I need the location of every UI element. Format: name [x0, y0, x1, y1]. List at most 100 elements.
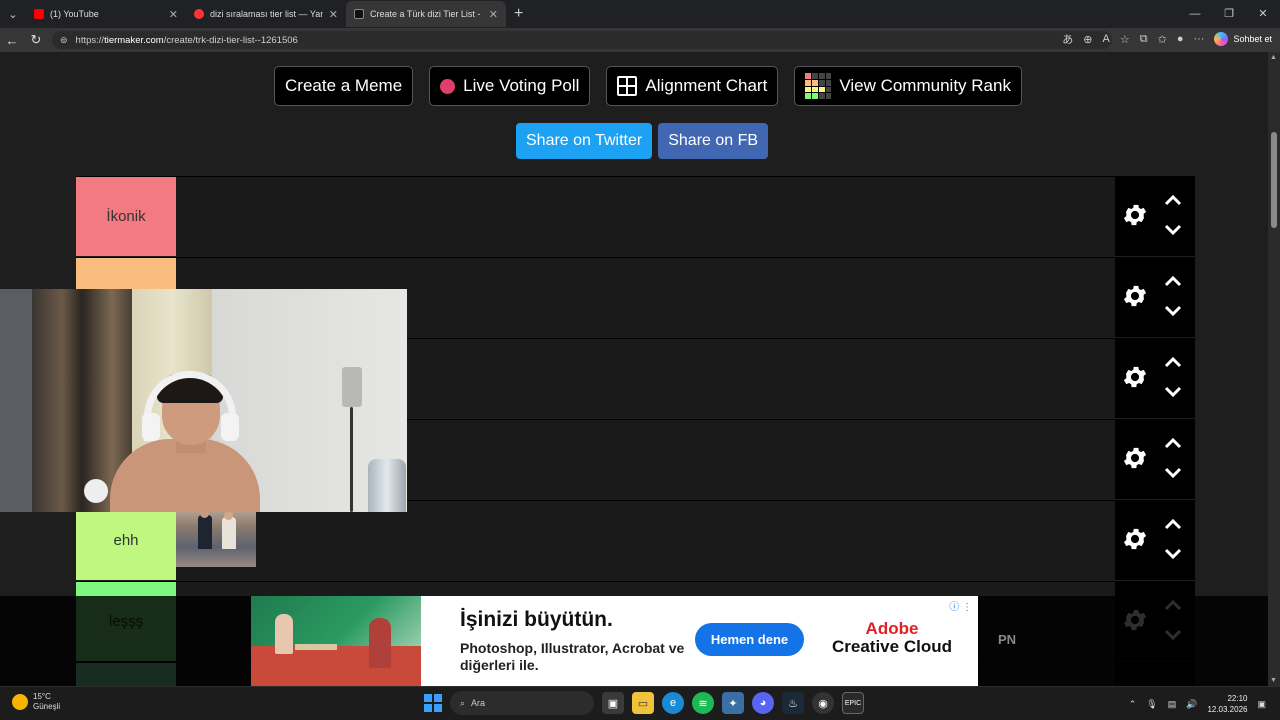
page-scrollbar[interactable]: ▲ ▼	[1268, 52, 1280, 686]
chevron-up-icon[interactable]: ⌃	[1129, 699, 1137, 710]
copilot-icon	[1214, 32, 1229, 46]
refresh-icon[interactable]: ↻	[24, 32, 48, 48]
tier-controls	[1115, 177, 1195, 256]
view-community-rank-button[interactable]: View Community Rank	[794, 66, 1022, 106]
tier-controls	[1115, 339, 1195, 418]
ad-cta-button[interactable]: Hemen dene	[695, 623, 804, 656]
chevron-up-icon[interactable]	[1163, 436, 1183, 450]
button-label: Live Voting Poll	[463, 76, 580, 95]
url-field[interactable]: ⊜ https://tiermaker.com/create/trk-dizi-…	[52, 31, 1112, 49]
clock-time: 22:10	[1227, 694, 1248, 703]
minimize-icon[interactable]: —	[1178, 0, 1212, 28]
close-window-icon[interactable]: ✕	[1246, 0, 1280, 28]
tab-tiermaker[interactable]: Create a Türk dizi Tier List - TierM ✕	[346, 1, 506, 27]
gear-icon[interactable]	[1121, 444, 1149, 472]
chevron-up-icon[interactable]	[1163, 193, 1183, 207]
weather-widget[interactable]: 15°C Güneşli	[12, 692, 60, 712]
tier-drop-zone[interactable]	[176, 501, 1115, 580]
discord-icon[interactable]: ◕	[752, 692, 774, 714]
ad-banner: İşinizi büyütün. Photoshop, Illustrator,…	[0, 596, 1268, 686]
scroll-up-icon[interactable]: ▲	[1270, 54, 1277, 61]
chevron-up-icon[interactable]	[1163, 274, 1183, 288]
microphone-icon[interactable]: 🎙	[1146, 699, 1157, 710]
task-view-icon[interactable]: ▣	[602, 692, 624, 714]
taskbar-search[interactable]: ⌕ Ara	[450, 691, 594, 715]
edge-icon[interactable]: e	[662, 692, 684, 714]
chevron-down-icon[interactable]	[1163, 223, 1183, 237]
back-icon[interactable]: ←	[0, 33, 24, 48]
alignment-chart-button[interactable]: Alignment Chart	[606, 66, 779, 106]
network-icon[interactable]: ▤	[1168, 699, 1177, 710]
obs-icon[interactable]: ◉	[812, 692, 834, 714]
action-buttons: Create a Meme Live Voting Poll Alignment…	[274, 66, 1022, 106]
read-aloud-icon[interactable]: A	[1103, 33, 1110, 45]
page-content: Create a Meme Live Voting Poll Alignment…	[0, 52, 1268, 686]
tab-label: dizi sıralaması tier list — Yandex: 1	[210, 9, 323, 19]
chevron-down-icon[interactable]	[1163, 466, 1183, 480]
chevron-up-icon[interactable]	[1163, 355, 1183, 369]
file-explorer-icon[interactable]: ▭	[632, 692, 654, 714]
ad-body: Photoshop, Illustrator, Acrobat ve diğer…	[460, 640, 685, 673]
share-twitter-button[interactable]: Share on Twitter	[516, 123, 653, 159]
gear-icon[interactable]	[1121, 201, 1149, 229]
grid-icon	[617, 76, 638, 96]
gear-icon[interactable]	[1121, 525, 1149, 553]
restore-icon[interactable]: ❐	[1212, 0, 1246, 28]
tab-label: Create a Türk dizi Tier List - TierM	[370, 9, 483, 19]
extensions-icon[interactable]: ⧉	[1140, 33, 1148, 46]
tab-yandex[interactable]: dizi sıralaması tier list — Yandex: 1 ✕	[186, 1, 346, 27]
tier-drop-zone[interactable]	[176, 177, 1115, 256]
favorites-icon[interactable]: ✩	[1158, 33, 1167, 46]
window-controls: — ❐ ✕	[1178, 0, 1280, 28]
site-info-icon[interactable]: ⊜	[60, 35, 68, 46]
yandex-icon	[194, 9, 204, 19]
ad-photo	[251, 596, 421, 686]
notification-icon[interactable]: ▣	[1257, 699, 1266, 710]
chevron-down-icon[interactable]	[1163, 547, 1183, 561]
profile-avatar[interactable]: ●	[1177, 33, 1184, 45]
ad-content[interactable]: İşinizi büyütün. Photoshop, Illustrator,…	[251, 596, 978, 686]
taskbar-clock[interactable]: 22:10 12.03.2026	[1207, 693, 1247, 715]
new-tab-button[interactable]: +	[514, 5, 523, 23]
spotify-icon[interactable]: ≋	[692, 692, 714, 714]
search-placeholder: Ara	[471, 698, 486, 708]
share-facebook-button[interactable]: Share on FB	[658, 123, 769, 159]
chevron-down-icon[interactable]	[1163, 304, 1183, 318]
youtube-icon	[34, 9, 44, 19]
toolbar-actions: あ ⊕ A ☆ ⧉ ✩ ● ··· Sohbet et	[1062, 31, 1272, 47]
tab-youtube[interactable]: (1) YouTube ✕	[26, 1, 186, 27]
gear-icon[interactable]	[1121, 363, 1149, 391]
create-meme-button[interactable]: Create a Meme	[274, 66, 414, 106]
live-voting-poll-button[interactable]: Live Voting Poll	[429, 66, 591, 106]
browser-tabbar: ⌄ (1) YouTube ✕ dizi sıralaması tier lis…	[0, 0, 1280, 28]
tier-label[interactable]: ehh	[76, 501, 176, 580]
zoom-icon[interactable]: ⊕	[1083, 33, 1092, 46]
chevron-up-icon[interactable]	[1163, 517, 1183, 531]
epic-games-icon[interactable]: EPIC	[842, 692, 864, 714]
favorite-star-icon[interactable]: ☆	[1120, 33, 1130, 46]
mosaic-icon	[805, 73, 832, 99]
close-tab-icon[interactable]: ✕	[489, 8, 498, 21]
close-tab-icon[interactable]: ✕	[329, 8, 338, 21]
close-tab-icon[interactable]: ✕	[169, 8, 178, 21]
button-label: Alignment Chart	[645, 76, 768, 95]
scroll-down-icon[interactable]: ▼	[1270, 677, 1277, 684]
button-label: Create a Meme	[285, 76, 403, 95]
weather-description: Güneşli	[33, 702, 61, 711]
translate-icon[interactable]: あ	[1062, 31, 1073, 47]
windows-start-icon[interactable]	[424, 694, 442, 712]
tiermaker-icon	[354, 9, 364, 19]
tier-controls	[1115, 420, 1195, 499]
volume-icon[interactable]: 🔊	[1186, 699, 1197, 710]
tab-actions-menu[interactable]: ⌄	[0, 1, 26, 27]
gear-icon[interactable]	[1121, 282, 1149, 310]
ad-info-icon[interactable]: ⓘ ⋮	[949, 598, 972, 613]
more-menu-icon[interactable]: ···	[1193, 33, 1204, 45]
ad-headline: İşinizi büyütün.	[460, 608, 613, 631]
scrollbar-thumb[interactable]	[1271, 132, 1277, 228]
chevron-down-icon[interactable]	[1163, 385, 1183, 399]
app-icon[interactable]: ✦	[722, 692, 744, 714]
copilot-button[interactable]: Sohbet et	[1214, 32, 1272, 46]
steam-icon[interactable]: ♨	[782, 692, 804, 714]
tier-label[interactable]: İkonik	[76, 177, 176, 256]
